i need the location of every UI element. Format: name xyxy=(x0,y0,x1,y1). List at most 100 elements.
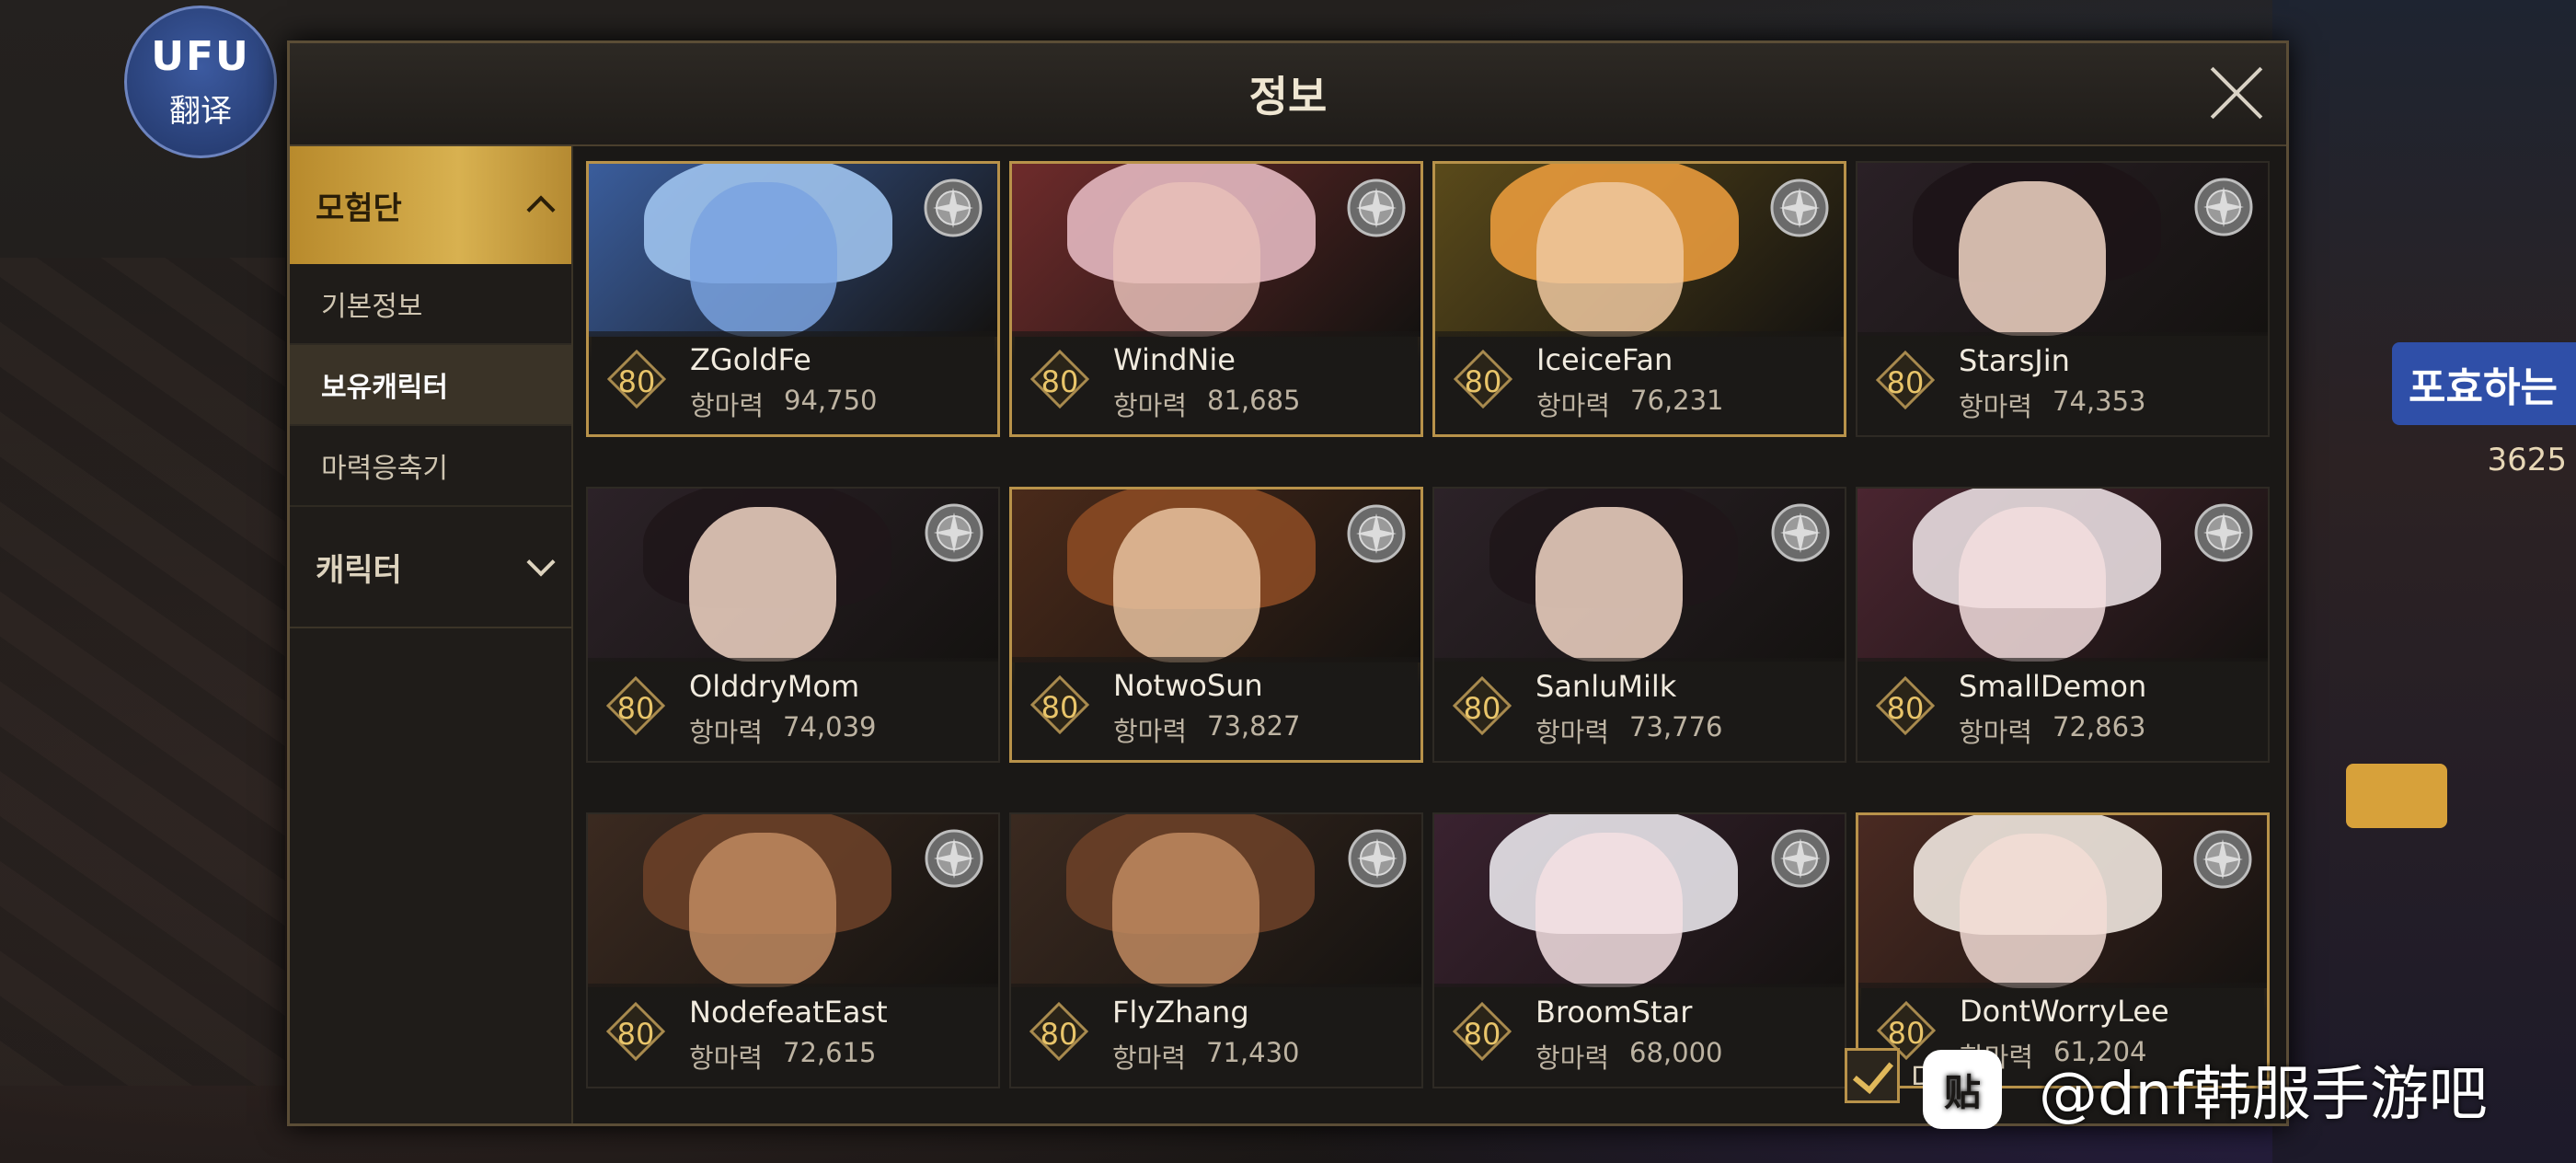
character-grid: 80 ZGoldFe 항마력 94,750 80 WindNie 항마력 81,… xyxy=(586,161,2275,1088)
class-emblem-icon xyxy=(925,503,983,562)
character-card[interactable]: 80 NotwoSun 항마력 73,827 xyxy=(1009,487,1423,763)
dialog-title: 정보 xyxy=(1248,72,1328,121)
class-emblem-icon xyxy=(2194,178,2253,236)
portrait-face xyxy=(690,182,837,337)
class-emblem-icon xyxy=(1347,178,1406,237)
sidebar-group-label: 모험단 xyxy=(316,190,402,227)
character-power: 94,750 xyxy=(784,385,878,416)
class-emblem-icon xyxy=(1347,504,1406,563)
sidebar: 모험단 기본정보 보유캐릭터 마력응축기 캐릭터 xyxy=(290,146,573,1123)
sidebar-item-mana-condenser[interactable]: 마력응축기 xyxy=(290,426,571,507)
character-card[interactable]: 80 SanluMilk 항마력 73,776 xyxy=(1432,487,1846,763)
character-power: 73,827 xyxy=(1207,710,1301,742)
character-name: DontWorryLee xyxy=(1960,994,2169,1029)
power-label: 항마력 xyxy=(1959,391,2033,422)
character-info: 80 NodefeatEast 항마력 72,615 xyxy=(588,984,998,1087)
watermark-text: @dnf韩服手游吧 xyxy=(2039,1061,2488,1129)
character-power: 72,863 xyxy=(2053,711,2146,743)
character-level: 80 xyxy=(1887,1016,1926,1051)
character-name: BroomStar xyxy=(1535,995,1693,1030)
class-emblem-icon xyxy=(2194,503,2253,562)
character-level: 80 xyxy=(1886,691,1925,726)
power-label: 항마력 xyxy=(1113,716,1188,747)
character-info: 80 StarsJin 항마력 74,353 xyxy=(1857,332,2268,435)
character-card[interactable]: 80 BroomStar 항마력 68,000 xyxy=(1432,812,1846,1088)
character-level: 80 xyxy=(617,364,656,399)
portrait-face xyxy=(1113,182,1260,337)
class-emblem-icon xyxy=(1771,503,1830,562)
power-label: 항마력 xyxy=(689,717,764,748)
portrait-face xyxy=(1536,182,1684,337)
character-name: StarsJin xyxy=(1959,343,2070,378)
character-name: NotwoSun xyxy=(1113,668,1263,703)
portrait-face xyxy=(1959,507,2106,662)
translate-button[interactable]: UFU 翻译 xyxy=(124,6,277,158)
character-power: 71,430 xyxy=(1206,1037,1300,1068)
character-level: 80 xyxy=(1041,690,1079,725)
portrait-face xyxy=(1535,833,1683,987)
class-emblem-icon xyxy=(1770,178,1829,237)
character-card[interactable]: 80 IceiceFan 항마력 76,231 xyxy=(1432,161,1846,437)
character-info: 80 SanluMilk 항마력 73,776 xyxy=(1434,658,1845,761)
class-emblem-icon xyxy=(2193,830,2252,889)
character-power: 76,231 xyxy=(1630,385,1724,416)
sidebar-group-adventure[interactable]: 모험단 xyxy=(290,146,571,264)
character-level: 80 xyxy=(1464,364,1502,399)
character-power: 74,353 xyxy=(2053,386,2146,417)
character-info: 80 ZGoldFe 항마력 94,750 xyxy=(589,331,997,434)
character-power: 68,000 xyxy=(1629,1037,1723,1068)
character-info: 80 IceiceFan 항마력 76,231 xyxy=(1435,331,1844,434)
character-card[interactable]: 80 FlyZhang 항마력 71,430 xyxy=(1009,812,1423,1088)
character-power: 74,039 xyxy=(783,711,877,743)
class-emblem-icon xyxy=(1348,829,1407,888)
power-label: 항마력 xyxy=(1536,390,1611,421)
character-level: 80 xyxy=(1041,364,1079,399)
sidebar-item-basic-info[interactable]: 기본정보 xyxy=(290,264,571,345)
character-info: 80 SmallDemon 항마력 72,863 xyxy=(1857,658,2268,761)
background-button xyxy=(2346,764,2447,828)
close-icon[interactable] xyxy=(2207,63,2266,122)
character-power: 81,685 xyxy=(1207,385,1301,416)
background-amount: 3625 xyxy=(2487,442,2567,478)
character-name: FlyZhang xyxy=(1112,995,1249,1030)
sidebar-group-character[interactable]: 캐릭터 xyxy=(290,507,571,628)
sidebar-group-label: 캐릭터 xyxy=(316,551,402,589)
character-name: OlddryMom xyxy=(689,669,860,704)
background-scene xyxy=(0,258,285,1086)
character-level: 80 xyxy=(616,1017,655,1052)
power-label: 항마력 xyxy=(1535,1042,1610,1074)
character-info: 80 WindNie 항마력 81,685 xyxy=(1012,331,1420,434)
power-label: 항마력 xyxy=(689,1042,764,1074)
character-card[interactable]: 80 StarsJin 항마력 74,353 xyxy=(1856,161,2270,437)
character-power: 72,615 xyxy=(783,1037,877,1068)
chevron-up-icon xyxy=(526,195,556,225)
sidebar-item-owned-characters[interactable]: 보유캐릭터 xyxy=(290,345,571,426)
sidebar-item-label: 마력응축기 xyxy=(321,453,448,485)
character-info: 80 BroomStar 항마력 68,000 xyxy=(1434,984,1845,1087)
character-level: 80 xyxy=(1463,691,1501,726)
character-info: 80 FlyZhang 항마력 71,430 xyxy=(1011,984,1421,1087)
class-emblem-icon xyxy=(1771,829,1830,888)
character-name: SmallDemon xyxy=(1959,669,2147,704)
background-game-hud: 포효하는 3625 xyxy=(2272,0,2576,1163)
footer-checkbox[interactable] xyxy=(1845,1048,1900,1103)
translate-label: 翻译 xyxy=(169,93,232,130)
portrait-face xyxy=(1960,834,2107,988)
portrait-face xyxy=(1535,507,1683,662)
character-info: 80 NotwoSun 항마력 73,827 xyxy=(1012,657,1420,760)
power-label: 항마력 xyxy=(1112,1042,1187,1074)
portrait-face xyxy=(689,507,836,662)
character-card[interactable]: 80 NodefeatEast 항마력 72,615 xyxy=(586,812,1000,1088)
character-card[interactable]: 80 SmallDemon 항마력 72,863 xyxy=(1856,487,2270,763)
chevron-down-icon xyxy=(526,547,556,577)
character-card[interactable]: 80 ZGoldFe 항마력 94,750 xyxy=(586,161,1000,437)
character-level: 80 xyxy=(1886,365,1925,400)
class-emblem-icon xyxy=(925,829,983,888)
character-level: 80 xyxy=(616,691,655,726)
watermark: 贴 @dnf韩服手游吧 xyxy=(1923,1047,2488,1132)
sidebar-item-label: 기본정보 xyxy=(321,291,423,323)
character-card[interactable]: 80 OlddryMom 항마력 74,039 xyxy=(586,487,1000,763)
power-label: 항마력 xyxy=(1535,717,1610,748)
character-name: ZGoldFe xyxy=(690,342,811,377)
character-card[interactable]: 80 WindNie 항마력 81,685 xyxy=(1009,161,1423,437)
